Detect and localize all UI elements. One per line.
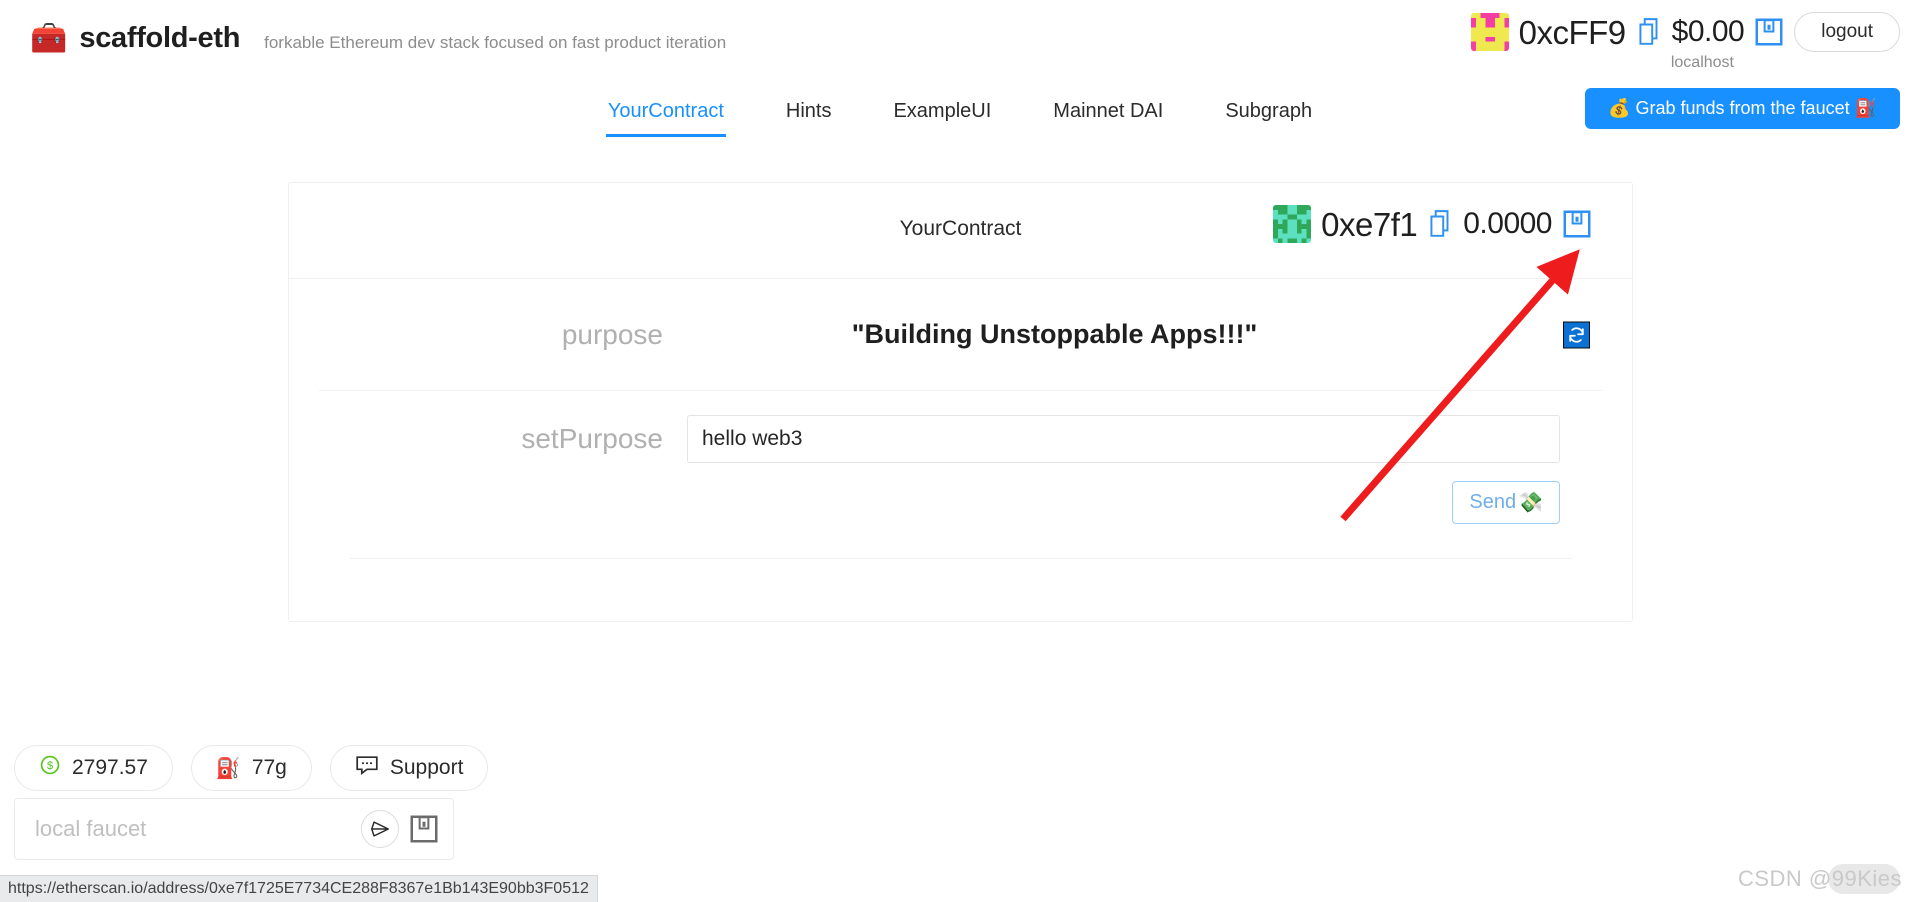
write-function-row: setPurpose Send 💸 xyxy=(289,391,1632,559)
refresh-icon[interactable] xyxy=(1563,321,1590,349)
chat-bubble-icon xyxy=(355,754,379,782)
status-url: https://etherscan.io/address/0xe7f1725E7… xyxy=(8,880,589,897)
browser-status-bar: https://etherscan.io/address/0xe7f1725E7… xyxy=(0,875,598,902)
svg-text:$: $ xyxy=(47,760,53,772)
contract-address[interactable]: 0xe7f1 xyxy=(1321,208,1418,241)
app-header: 🧰 scaffold-eth forkable Ethereum dev sta… xyxy=(0,0,1920,129)
gas-pump-icon: ⛽ xyxy=(215,757,241,780)
footer-pills: $ 2797.57 ⛽ 77g Support xyxy=(14,745,489,791)
logout-button[interactable]: logout xyxy=(1794,12,1900,52)
account-address[interactable]: 0xcFF9 xyxy=(1519,16,1627,49)
toolbox-icon: 🧰 xyxy=(30,21,68,55)
support-pill[interactable]: Support xyxy=(329,745,489,791)
purpose-label: purpose xyxy=(561,318,663,350)
contract-card-header: YourContract 0xe7f1 0.0000 xyxy=(289,183,1632,279)
gas-pill-label: 77g xyxy=(251,756,287,779)
send-arrow-icon[interactable] xyxy=(361,810,399,848)
contract-account-display: 0xe7f1 0.0000 xyxy=(1273,205,1592,243)
price-pill-label: 2797.57 xyxy=(72,756,148,779)
tab-hints[interactable]: Hints xyxy=(784,94,834,137)
setpurpose-input[interactable] xyxy=(687,415,1560,463)
tab-mainnet-dai[interactable]: Mainnet DAI xyxy=(1051,94,1165,137)
tab-yourcontract[interactable]: YourContract xyxy=(605,94,726,137)
brand: 🧰 scaffold-eth forkable Ethereum dev sta… xyxy=(30,22,726,55)
tab-subgraph[interactable]: Subgraph xyxy=(1223,94,1314,137)
support-pill-label: Support xyxy=(389,756,464,779)
gas-pill[interactable]: ⛽ 77g xyxy=(190,745,312,791)
local-faucet-box xyxy=(14,798,454,860)
network-label: localhost xyxy=(1670,54,1734,71)
send-button-label: Send xyxy=(1469,491,1517,513)
send-button[interactable]: Send 💸 xyxy=(1452,481,1560,524)
copy-icon[interactable] xyxy=(1636,17,1662,47)
tab-exampleui[interactable]: ExampleUI xyxy=(891,94,993,137)
save-icon[interactable] xyxy=(1562,209,1592,239)
save-icon[interactable] xyxy=(409,814,439,844)
contract-balance[interactable]: 0.0000 xyxy=(1463,209,1552,239)
watermark: CSDN @99Kies xyxy=(1738,866,1902,892)
price-pill[interactable]: $ 2797.57 xyxy=(14,745,173,791)
account-display: 0xcFF9 $0.00 logout xyxy=(1470,12,1900,52)
save-icon[interactable] xyxy=(1754,17,1784,47)
purpose-value: "Building Unstoppable Apps!!!" xyxy=(851,319,1258,349)
card-divider xyxy=(349,558,1572,559)
brand-tagline: forkable Ethereum dev stack focused on f… xyxy=(264,32,727,52)
local-faucet-input[interactable] xyxy=(33,815,361,843)
account-balance[interactable]: $0.00 xyxy=(1672,17,1745,47)
contract-card: YourContract 0xe7f1 0.0000 purpose "Buil… xyxy=(288,182,1633,622)
avatar xyxy=(1470,13,1509,51)
read-function-row: purpose "Building Unstoppable Apps!!!" xyxy=(289,279,1632,391)
avatar xyxy=(1273,205,1312,243)
money-wings-icon: 💸 xyxy=(1518,492,1543,514)
setpurpose-label: setPurpose xyxy=(521,423,663,454)
dollar-coin-icon: $ xyxy=(39,754,61,782)
copy-icon[interactable] xyxy=(1427,209,1453,239)
page-root: 🧰 scaffold-eth forkable Ethereum dev sta… xyxy=(0,0,1920,902)
nav-tabs: YourContract Hints ExampleUI Mainnet DAI… xyxy=(0,94,1920,137)
watermark-text: CSDN @99Kies xyxy=(1737,866,1902,891)
brand-title: scaffold-eth xyxy=(79,22,241,54)
